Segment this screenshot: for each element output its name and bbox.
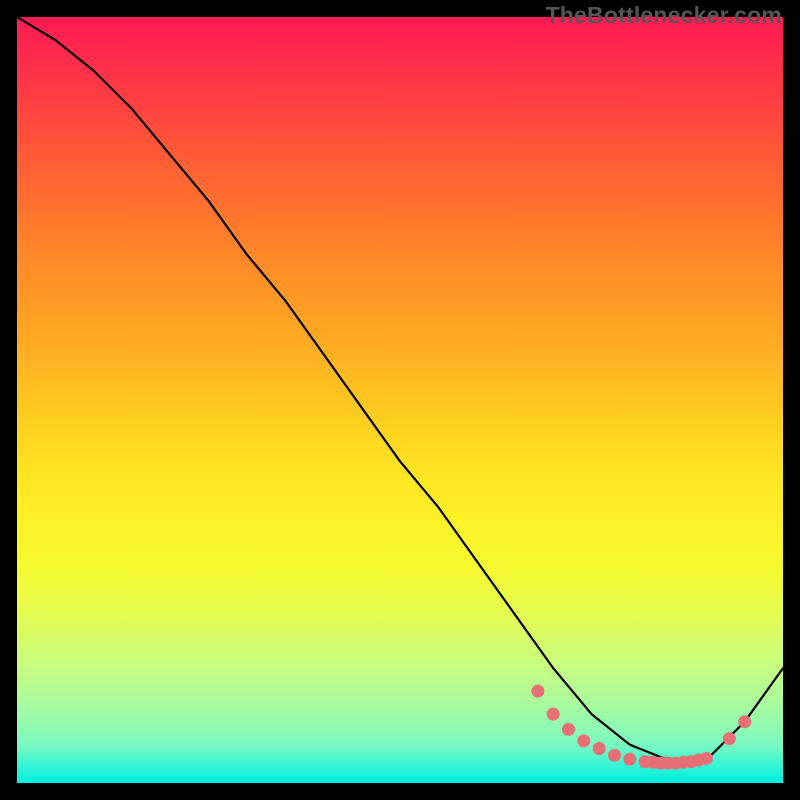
attribution-text: TheBottlenecker.com	[546, 2, 782, 29]
chart-container: TheBottlenecker.com	[0, 0, 800, 800]
marker-dot	[593, 742, 606, 755]
plot-area	[17, 17, 783, 783]
marker-dot	[531, 685, 544, 698]
marker-dot	[738, 715, 751, 728]
marker-dot	[608, 749, 621, 762]
marker-dot	[700, 752, 713, 765]
marker-dot	[577, 734, 590, 747]
marker-group	[531, 685, 751, 770]
curve-path	[17, 17, 783, 760]
marker-dot	[623, 753, 636, 766]
marker-dot	[547, 708, 560, 721]
chart-svg	[17, 17, 783, 783]
marker-dot	[723, 732, 736, 745]
marker-dot	[562, 723, 575, 736]
